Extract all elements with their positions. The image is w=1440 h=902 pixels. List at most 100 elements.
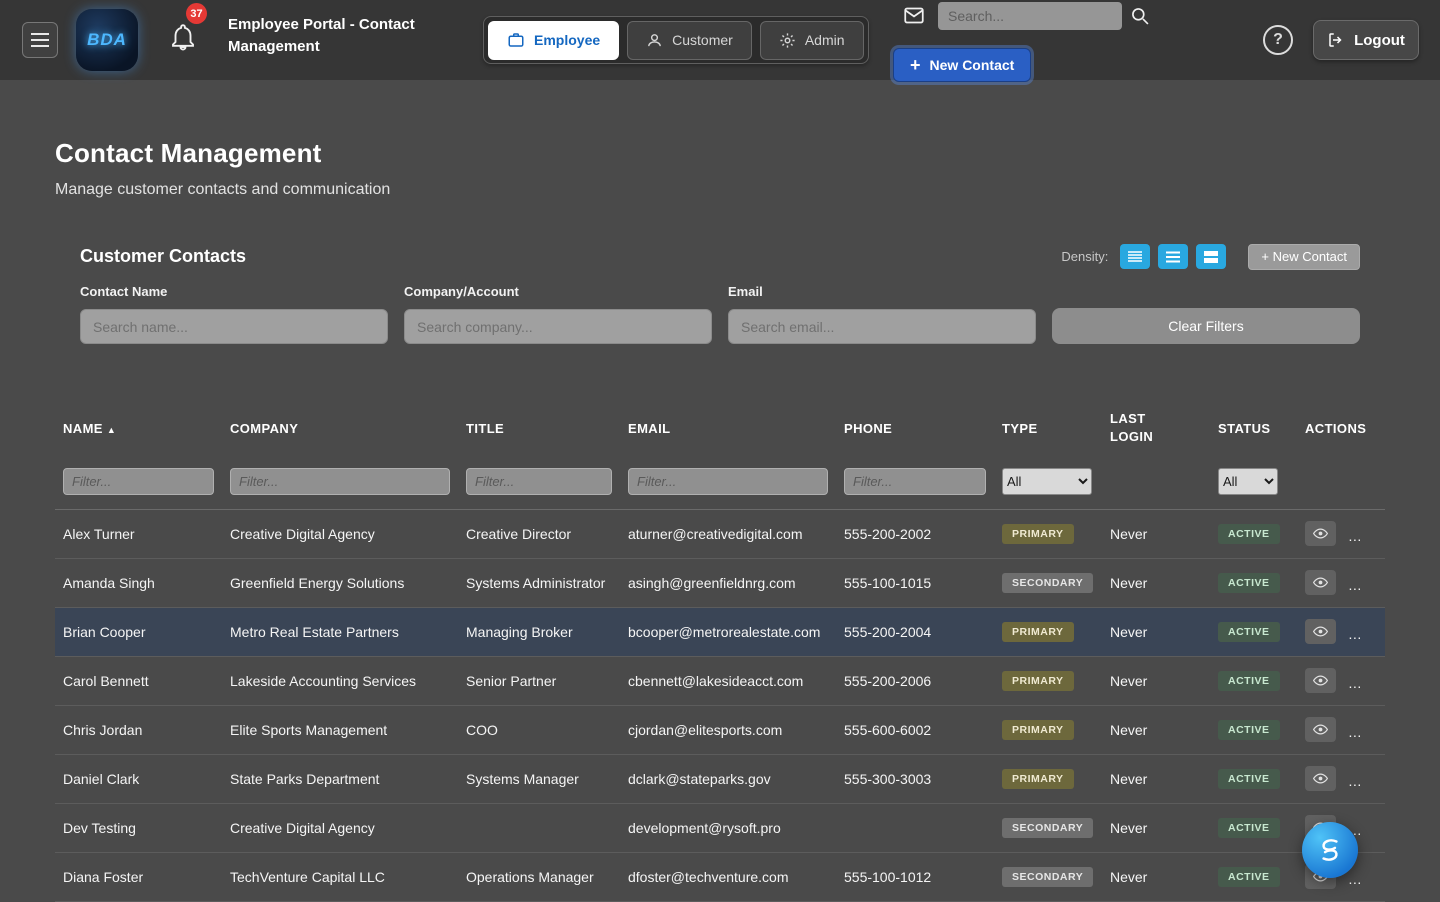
eye-icon bbox=[1313, 526, 1328, 541]
cell-company: Creative Digital Agency bbox=[222, 804, 458, 853]
cell-status: ACTIVE bbox=[1210, 657, 1297, 706]
app-logo: BDA bbox=[76, 9, 138, 71]
title-column-filter-input[interactable] bbox=[466, 468, 612, 495]
table-row[interactable]: Dev Testing Creative Digital Agency deve… bbox=[55, 804, 1385, 853]
table-row[interactable]: Amanda Singh Greenfield Energy Solutions… bbox=[55, 559, 1385, 608]
view-button[interactable] bbox=[1305, 668, 1336, 693]
cell-email: dfoster@techventure.com bbox=[620, 853, 836, 902]
cell-email: aturner@creativedigital.com bbox=[620, 510, 836, 559]
status-badge: ACTIVE bbox=[1218, 818, 1280, 838]
company-filter-input[interactable] bbox=[404, 309, 712, 344]
column-header-last-login[interactable]: LAST LOGIN bbox=[1102, 396, 1210, 460]
mail-icon[interactable] bbox=[902, 5, 926, 26]
company-column-filter-input[interactable] bbox=[230, 468, 450, 495]
cell-company: State Parks Department bbox=[222, 755, 458, 804]
search-icon[interactable] bbox=[1130, 6, 1150, 26]
cell-name: Daniel Clark bbox=[55, 755, 222, 804]
edit-button[interactable] bbox=[1348, 669, 1379, 694]
main-content: Contact Management Manage customer conta… bbox=[0, 80, 1440, 902]
edit-button[interactable] bbox=[1348, 522, 1379, 547]
contacts-table: NAME▲ COMPANY TITLE EMAIL PHONE TYPE LAS… bbox=[55, 396, 1385, 902]
density-standard-button[interactable] bbox=[1158, 244, 1188, 269]
edit-button[interactable] bbox=[1348, 865, 1379, 890]
view-button[interactable] bbox=[1305, 766, 1336, 791]
table-row[interactable]: Brian Cooper Metro Real Estate Partners … bbox=[55, 608, 1385, 657]
edit-button[interactable] bbox=[1348, 767, 1379, 792]
cell-title: Systems Administrator bbox=[458, 559, 620, 608]
logo-text: BDA bbox=[87, 30, 127, 50]
cell-status: ACTIVE bbox=[1210, 706, 1297, 755]
new-contact-button[interactable]: + New Contact bbox=[893, 48, 1031, 82]
column-header-phone[interactable]: PHONE bbox=[836, 396, 994, 460]
cell-type: SECONDARY bbox=[994, 559, 1102, 608]
table-row[interactable]: Carol Bennett Lakeside Accounting Servic… bbox=[55, 657, 1385, 706]
edit-button[interactable] bbox=[1348, 571, 1379, 596]
cell-status: ACTIVE bbox=[1210, 510, 1297, 559]
page-title: Contact Management bbox=[55, 138, 1385, 169]
floating-chat-button[interactable] bbox=[1302, 822, 1358, 878]
cell-actions bbox=[1297, 657, 1385, 706]
hamburger-menu-button[interactable] bbox=[22, 22, 58, 58]
type-badge: PRIMARY bbox=[1002, 720, 1074, 740]
phone-column-filter-input[interactable] bbox=[844, 468, 986, 495]
pencil-icon bbox=[1356, 576, 1370, 590]
status-filter-select[interactable]: All bbox=[1218, 468, 1278, 495]
cell-actions bbox=[1297, 608, 1385, 657]
table-row[interactable]: Alex Turner Creative Digital Agency Crea… bbox=[55, 510, 1385, 559]
help-button[interactable]: ? bbox=[1263, 25, 1293, 55]
email-filter-input[interactable] bbox=[728, 309, 1036, 344]
view-button[interactable] bbox=[1305, 570, 1336, 595]
density-compact-button[interactable] bbox=[1120, 244, 1150, 269]
status-badge: ACTIVE bbox=[1218, 671, 1280, 691]
cell-phone: 555-200-2004 bbox=[836, 608, 994, 657]
cell-type: PRIMARY bbox=[994, 657, 1102, 706]
view-button[interactable] bbox=[1305, 619, 1336, 644]
search-input[interactable] bbox=[938, 2, 1122, 30]
eye-icon bbox=[1313, 575, 1328, 590]
sort-asc-icon: ▲ bbox=[107, 425, 116, 435]
cell-company: Metro Real Estate Partners bbox=[222, 608, 458, 657]
email-column-filter-input[interactable] bbox=[628, 468, 828, 495]
cell-email: dclark@stateparks.gov bbox=[620, 755, 836, 804]
tab-employee[interactable]: Employee bbox=[488, 21, 619, 60]
cell-company: Creative Digital Agency bbox=[222, 510, 458, 559]
type-badge: PRIMARY bbox=[1002, 671, 1074, 691]
main-nav-tabs: Employee Customer Admin bbox=[483, 16, 869, 64]
tab-customer[interactable]: Customer bbox=[627, 21, 752, 60]
cell-title: Systems Manager bbox=[458, 755, 620, 804]
table-row[interactable]: Chris Jordan Elite Sports Management COO… bbox=[55, 706, 1385, 755]
table-row[interactable]: Daniel Clark State Parks Department Syst… bbox=[55, 755, 1385, 804]
column-header-title[interactable]: TITLE bbox=[458, 396, 620, 460]
customer-contacts-panel: Customer Contacts Density: + New Contact… bbox=[55, 243, 1385, 902]
portal-title: Employee Portal - Contact Management bbox=[228, 14, 443, 58]
view-button[interactable] bbox=[1305, 521, 1336, 546]
contact-name-filter-input[interactable] bbox=[80, 309, 388, 344]
column-header-type[interactable]: TYPE bbox=[994, 396, 1102, 460]
column-header-email[interactable]: EMAIL bbox=[620, 396, 836, 460]
cell-type: PRIMARY bbox=[994, 706, 1102, 755]
contacts-table-body: Alex Turner Creative Digital Agency Crea… bbox=[55, 510, 1385, 902]
type-filter-select[interactable]: All bbox=[1002, 468, 1092, 495]
cell-name: Alex Turner bbox=[55, 510, 222, 559]
column-header-company[interactable]: COMPANY bbox=[222, 396, 458, 460]
tab-label: Employee bbox=[534, 32, 600, 48]
cell-email: asingh@greenfieldnrg.com bbox=[620, 559, 836, 608]
table-row[interactable]: Diana Foster TechVenture Capital LLC Ope… bbox=[55, 853, 1385, 902]
column-header-status[interactable]: STATUS bbox=[1210, 396, 1297, 460]
logout-button[interactable]: Logout bbox=[1313, 20, 1419, 60]
cell-company: Lakeside Accounting Services bbox=[222, 657, 458, 706]
name-column-filter-input[interactable] bbox=[63, 468, 214, 495]
column-header-name[interactable]: NAME▲ bbox=[55, 396, 222, 460]
panel-new-contact-button[interactable]: + New Contact bbox=[1248, 244, 1360, 270]
edit-button[interactable] bbox=[1348, 718, 1379, 743]
company-filter-group: Company/Account bbox=[404, 284, 712, 344]
cell-type: PRIMARY bbox=[994, 510, 1102, 559]
view-button[interactable] bbox=[1305, 717, 1336, 742]
clear-filters-button[interactable]: Clear Filters bbox=[1052, 308, 1360, 344]
notifications-button[interactable] bbox=[168, 22, 202, 56]
tab-admin[interactable]: Admin bbox=[760, 21, 864, 60]
edit-button[interactable] bbox=[1348, 620, 1379, 645]
cell-name: Dev Testing bbox=[55, 804, 222, 853]
density-comfortable-button[interactable] bbox=[1196, 244, 1226, 269]
tab-label: Admin bbox=[805, 32, 845, 48]
